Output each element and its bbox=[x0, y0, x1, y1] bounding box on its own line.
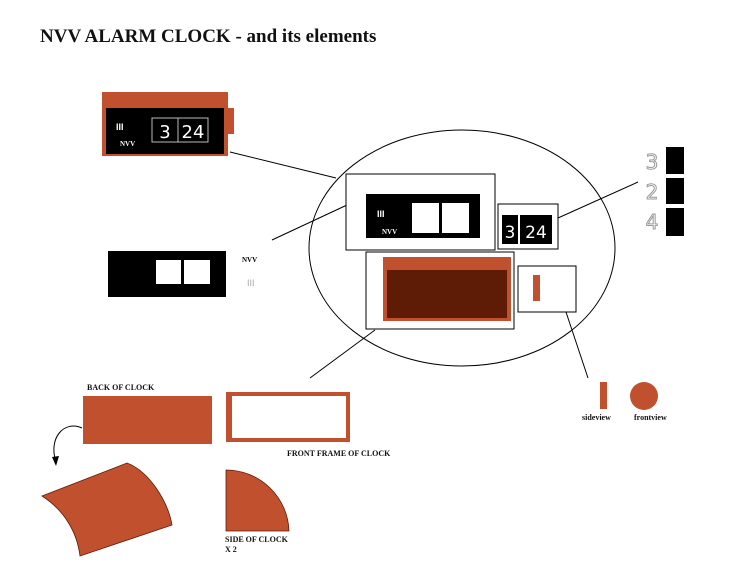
digit-card-label-2: 2 bbox=[646, 180, 659, 204]
side-piece bbox=[225, 469, 290, 532]
face-brand: NVV bbox=[382, 228, 397, 236]
digit-card-1 bbox=[666, 147, 684, 174]
ellipse-housing bbox=[365, 251, 515, 330]
brand-decal: NVV bbox=[242, 256, 257, 264]
clock-symbol: III bbox=[116, 122, 124, 132]
face-window-left bbox=[412, 203, 439, 233]
label-sideview: sideview bbox=[582, 413, 611, 422]
connector-digit-cards bbox=[557, 181, 639, 219]
arrow-head bbox=[52, 456, 59, 466]
digit-card-2 bbox=[666, 178, 684, 204]
ellipse-digit-display: 3 24 bbox=[497, 203, 559, 250]
knob-sideview bbox=[600, 382, 607, 409]
label-front-frame: FRONT FRAME OF CLOCK bbox=[287, 449, 391, 458]
face-window-right bbox=[442, 203, 469, 233]
hour-digit: 3 bbox=[159, 122, 170, 143]
frame-inner bbox=[232, 396, 346, 438]
connector-knob-views bbox=[565, 311, 589, 379]
front-frame bbox=[226, 392, 350, 442]
bend-arrow bbox=[52, 425, 83, 466]
digit-card-label-3: 4 bbox=[646, 210, 659, 234]
minute-digits: 24 bbox=[182, 122, 205, 143]
symbol-decal: III bbox=[247, 278, 255, 288]
knob-views bbox=[600, 382, 658, 410]
quarter-side bbox=[225, 469, 290, 532]
knob-box bbox=[517, 265, 577, 313]
label-frontview: frontview bbox=[634, 413, 667, 422]
digit-card-3 bbox=[666, 208, 684, 236]
digit-cards: 3 2 4 bbox=[645, 147, 684, 236]
label-side-of-clock: SIDE OF CLOCK bbox=[225, 535, 288, 544]
curved-back-shell bbox=[41, 462, 173, 557]
label-side-count: X 2 bbox=[225, 545, 237, 554]
side-knob bbox=[228, 108, 234, 134]
knob bbox=[533, 275, 540, 301]
ellipse-front-panel: III NVV bbox=[345, 173, 496, 251]
front-panel-exploded: NVV III bbox=[108, 251, 257, 297]
connector-housing-parts bbox=[309, 329, 376, 379]
label-back-of-clock: BACK OF CLOCK bbox=[87, 383, 155, 392]
display-hour: 3 bbox=[505, 223, 516, 243]
face-symbol: III bbox=[377, 209, 385, 219]
clock-brand: NVV bbox=[120, 140, 135, 148]
window-right bbox=[184, 260, 210, 284]
ellipse-knob bbox=[517, 265, 577, 313]
digit-card-label-1: 3 bbox=[646, 150, 659, 174]
window-left bbox=[156, 260, 181, 284]
back-of-clock bbox=[83, 396, 212, 444]
display-minutes: 24 bbox=[525, 223, 547, 243]
back-panel bbox=[83, 396, 212, 444]
clock-elements-diagram: III NVV 3 24 NVV III III NVV 3 24 3 2 4 bbox=[41, 92, 684, 557]
housing-inner bbox=[387, 270, 507, 318]
bent-back-piece bbox=[41, 462, 173, 557]
assembled-clock: III NVV 3 24 bbox=[102, 92, 234, 156]
knob-frontview bbox=[630, 382, 658, 410]
connector-assembled-clock bbox=[229, 151, 337, 179]
